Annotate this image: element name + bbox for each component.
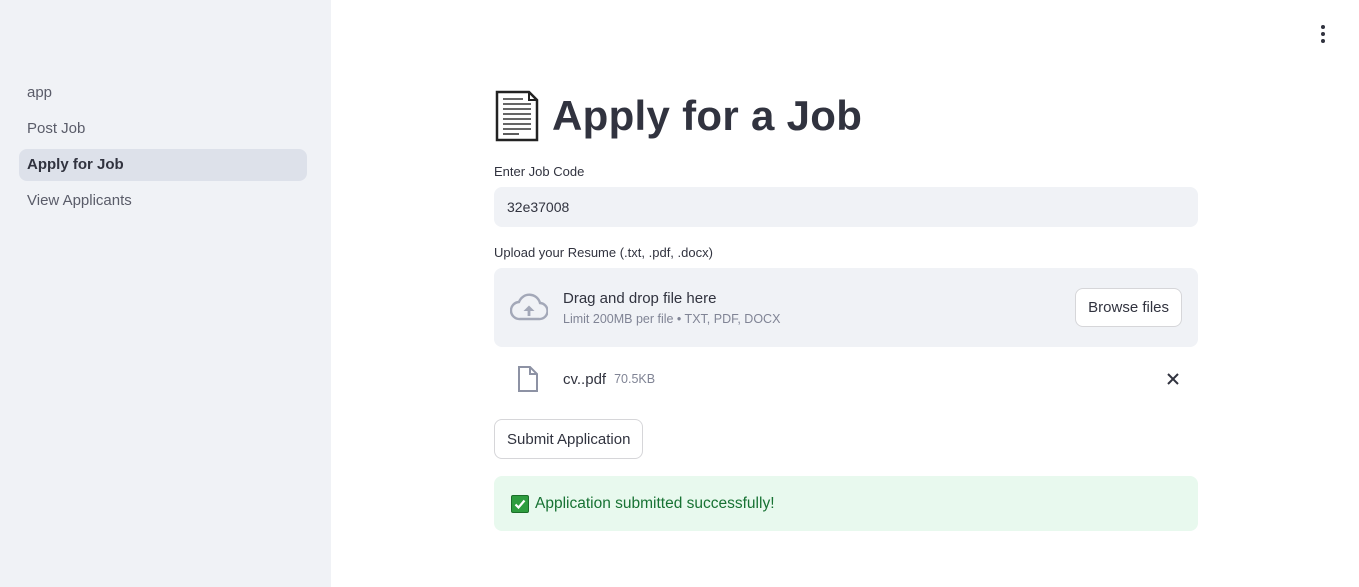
success-alert: Application submitted successfully! — [494, 476, 1198, 531]
submit-application-button[interactable]: Submit Application — [494, 419, 644, 459]
remove-file-close-icon[interactable] — [1166, 372, 1180, 386]
browse-files-button[interactable]: Browse files — [1075, 288, 1182, 327]
file-icon — [518, 366, 538, 392]
content: Apply for a Job Enter Job Code Upload yo… — [494, 86, 1198, 531]
page-title: Apply for a Job — [552, 92, 863, 139]
resume-dropzone[interactable]: Drag and drop file here Limit 200MB per … — [494, 268, 1198, 347]
menu-dot-icon — [1321, 25, 1325, 29]
uploaded-file-name: cv..pdf — [563, 370, 607, 388]
job-code-label: Enter Job Code — [494, 164, 585, 179]
main-area: Apply for a Job Enter Job Code Upload yo… — [331, 0, 1359, 587]
sidebar-nav: app Post Job Apply for Job View Applican… — [19, 77, 307, 221]
dropzone-text: Drag and drop file here Limit 200MB per … — [563, 290, 780, 326]
dropzone-instruction: Drag and drop file here — [563, 289, 717, 307]
check-mark-icon — [511, 494, 529, 513]
cloud-upload-icon — [510, 293, 548, 320]
page-header: Apply for a Job — [494, 86, 1198, 146]
sidebar-item-view-applicants[interactable]: View Applicants — [19, 185, 307, 217]
page-document-icon — [495, 90, 539, 142]
sidebar-item-app[interactable]: app — [19, 77, 307, 109]
resume-upload-label: Upload your Resume (.txt, .pdf, .docx) — [494, 245, 713, 260]
menu-dot-icon — [1321, 32, 1325, 36]
menu-dot-icon — [1321, 39, 1325, 43]
dropzone-limit: Limit 200MB per file • TXT, PDF, DOCX — [563, 311, 781, 326]
success-message: Application submitted successfully! — [535, 494, 775, 512]
main-menu-button[interactable] — [1311, 22, 1335, 46]
sidebar-item-apply-for-job[interactable]: Apply for Job — [19, 149, 307, 181]
uploaded-file-size: 70.5KB — [614, 372, 656, 386]
sidebar-item-post-job[interactable]: Post Job — [19, 113, 307, 145]
job-code-input[interactable] — [494, 187, 1198, 227]
sidebar: app Post Job Apply for Job View Applican… — [0, 0, 331, 587]
uploaded-file-row: cv..pdf 70.5KB — [494, 347, 1198, 411]
